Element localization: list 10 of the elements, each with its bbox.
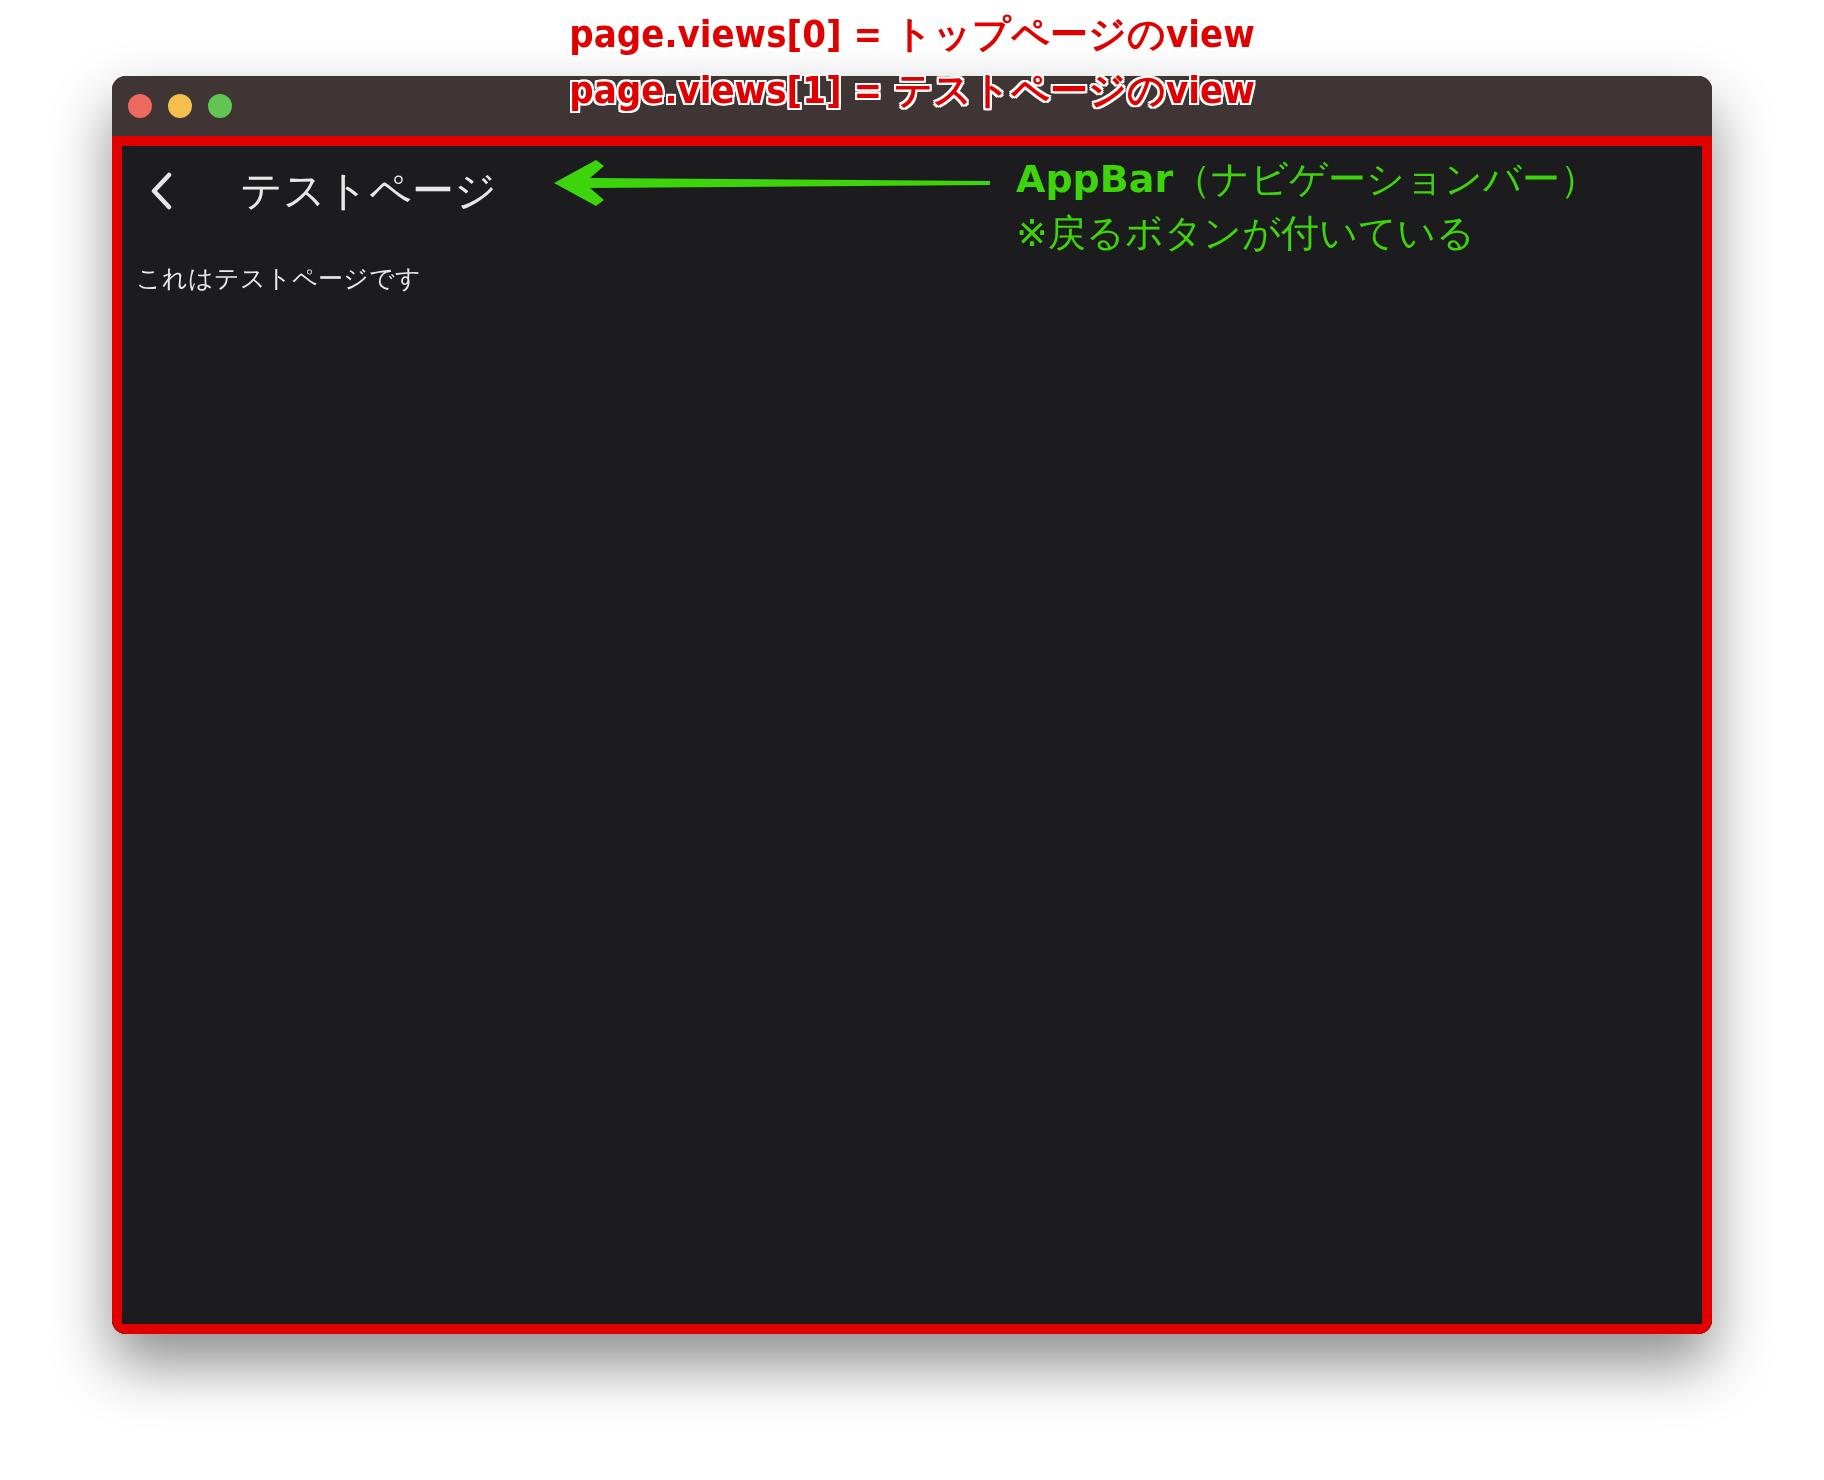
back-button[interactable]: [150, 172, 172, 210]
annotation-label: page.views[1] = テストページのview: [569, 68, 1255, 112]
annotation-label: page.views[0] = トップページのview: [569, 12, 1255, 56]
page-title: テストページ: [240, 165, 497, 217]
body-text: これはテストページです: [136, 263, 422, 295]
annotation-note: ※戻るボタンが付いている: [1016, 210, 1476, 256]
annotation-note: AppBar（ナビゲーションバー）: [1016, 156, 1599, 202]
window-control-button[interactable]: [208, 94, 232, 118]
window-control-button[interactable]: [128, 94, 152, 118]
window-control-button[interactable]: [168, 94, 192, 118]
